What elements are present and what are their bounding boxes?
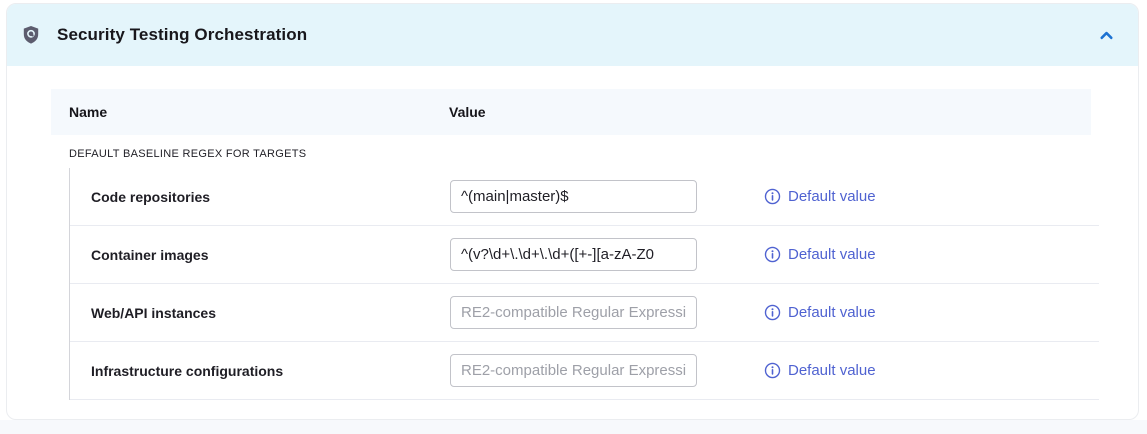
panel-title: Security Testing Orchestration [57, 25, 1076, 45]
default-value-label: Default value [788, 246, 876, 263]
panel-header[interactable]: Security Testing Orchestration [7, 4, 1138, 66]
regex-input[interactable] [450, 354, 697, 387]
setting-name: Infrastructure configurations [91, 363, 450, 379]
section-label: DEFAULT BASELINE REGEX FOR TARGETS [69, 148, 1138, 160]
info-icon [764, 246, 781, 263]
settings-table: Name Value DEFAULT BASELINE REGEX FOR TA… [51, 89, 1138, 400]
setting-name: Web/API instances [91, 305, 450, 321]
default-value-link[interactable]: Default value [764, 362, 876, 379]
column-header-name: Name [69, 104, 449, 120]
regex-input[interactable] [450, 296, 697, 329]
table-row: Code repositories Default value [70, 168, 1099, 226]
default-value-link[interactable]: Default value [764, 188, 876, 205]
regex-input[interactable] [450, 180, 697, 213]
collapse-button[interactable] [1092, 21, 1120, 49]
settings-rows-group: Code repositories Default value Containe… [69, 168, 1099, 400]
shield-icon [21, 25, 41, 45]
default-value-link[interactable]: Default value [764, 304, 876, 321]
setting-name: Code repositories [91, 189, 450, 205]
default-value-label: Default value [788, 362, 876, 379]
info-icon [764, 304, 781, 321]
default-value-label: Default value [788, 188, 876, 205]
setting-name: Container images [91, 247, 450, 263]
table-row: Web/API instances Default value [70, 284, 1099, 342]
table-row: Container images Default value [70, 226, 1099, 284]
info-icon [764, 188, 781, 205]
security-testing-orchestration-panel: Security Testing Orchestration Name Valu… [6, 3, 1139, 420]
default-value-link[interactable]: Default value [764, 246, 876, 263]
column-header-value: Value [449, 104, 486, 120]
default-value-label: Default value [788, 304, 876, 321]
table-row: Infrastructure configurations Default va… [70, 342, 1099, 400]
regex-input[interactable] [450, 238, 697, 271]
table-header-row: Name Value [51, 89, 1091, 135]
chevron-up-icon [1098, 27, 1115, 44]
info-icon [764, 362, 781, 379]
page-background-strip [0, 420, 1147, 434]
